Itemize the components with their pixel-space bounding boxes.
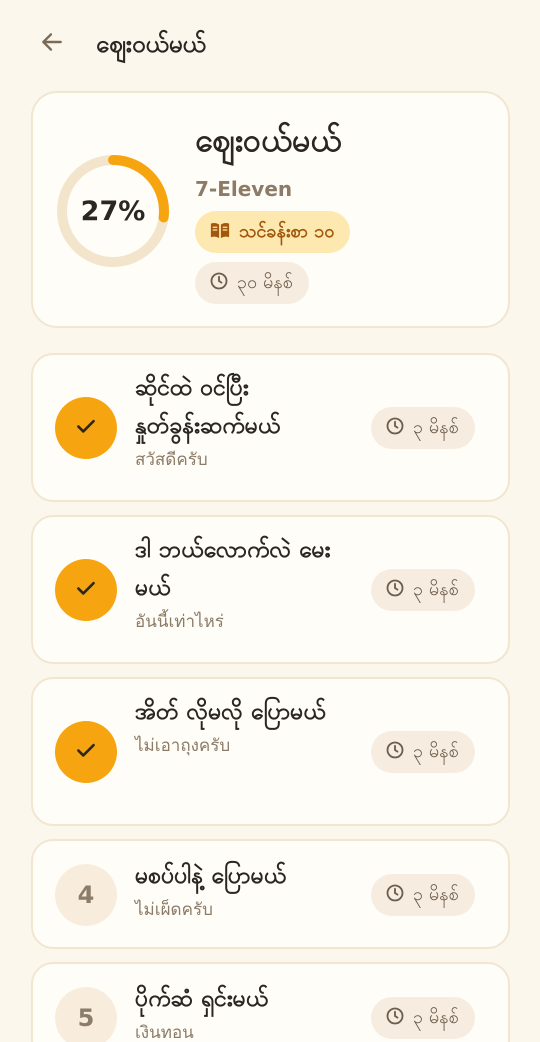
step-duration-label: ၃ မိနစ် xyxy=(413,416,459,438)
step-card-5[interactable]: 5 ပိုက်ဆံ ရှင်းမယ် เงินทอน ၃ မိနစ် xyxy=(31,962,510,1042)
step-number-badge: 5 xyxy=(55,987,117,1042)
step-card-3[interactable]: အိတ် လိုမလို ပြောမယ် ไม่เอาถุงครับ ၃ မိန… xyxy=(31,677,510,826)
step-duration-label: ၃ မိနစ် xyxy=(413,740,459,762)
clock-icon xyxy=(385,578,405,603)
step-complete-badge xyxy=(55,721,117,783)
step-title: ဒါ ဘယ်လောက်လဲ မေးမယ် xyxy=(135,537,331,601)
clock-icon xyxy=(209,271,229,296)
step-card-4[interactable]: 4 မစပ်ပါနဲ့ ပြောမယ် ไม่เผ็ดครับ ၃ မိနစ် xyxy=(31,839,510,949)
lesson-duration-label: ၃၀ မိနစ် xyxy=(237,271,293,293)
step-complete-badge xyxy=(55,397,117,459)
lesson-title: ဈေးဝယ်မယ် xyxy=(195,121,342,159)
step-number-badge: 4 xyxy=(55,864,117,926)
step-duration-chip: ၃ မိနစ် xyxy=(371,407,475,449)
page-title: ဈေးဝယ်မယ် xyxy=(96,30,206,58)
step-title: ပိုက်ဆံ ရှင်းမယ် xyxy=(135,986,269,1012)
step-complete-badge xyxy=(55,559,117,621)
lesson-duration-chip: ၃၀ မိနစ် xyxy=(195,262,309,304)
step-title: ဆိုင်ထဲ ဝင်ပြီး နှုတ်ခွန်းဆက်မယ် xyxy=(135,375,281,439)
lesson-number-label: သင်ခန်းစာ ၁၀ xyxy=(239,220,335,242)
check-icon xyxy=(73,737,99,767)
lesson-location: 7-Eleven xyxy=(195,177,293,201)
arrow-left-icon xyxy=(39,29,65,59)
back-button[interactable] xyxy=(36,28,68,60)
check-icon xyxy=(73,413,99,443)
check-icon xyxy=(73,575,99,605)
step-title: အိတ် လိုမလို ပြောမယ် xyxy=(135,699,326,725)
step-phrase: อันนี้เท่าไหร่ xyxy=(135,612,224,632)
step-title: မစပ်ပါနဲ့ ပြောမယ် xyxy=(135,863,287,889)
step-phrase: สวัสดีครับ xyxy=(135,450,208,470)
step-duration-label: ၃ မိနစ် xyxy=(413,1006,459,1028)
step-duration-chip: ၃ မိနစ် xyxy=(371,731,475,773)
step-phrase: เงินทอน xyxy=(135,1023,194,1042)
clock-icon xyxy=(385,416,405,441)
top-app-bar: ဈေးဝယ်မယ် xyxy=(0,0,540,90)
step-duration-chip: ၃ မိနစ် xyxy=(371,997,475,1039)
lesson-summary-card: 27% ဈေးဝယ်မယ် 7-Eleven သင်ခန်းစာ ၁၀ ၃၀ မ… xyxy=(31,91,510,328)
step-text: ဒါ ဘယ်လောက်လဲ မေးမယ် อันนี้เท่าไหร่ xyxy=(135,531,355,635)
step-duration-label: ၃ မိနစ် xyxy=(413,578,459,600)
progress-percent: 27% xyxy=(80,195,146,227)
clock-icon xyxy=(385,740,405,765)
progress-ring: 27% xyxy=(55,153,171,269)
step-duration-chip: ၃ မိနစ် xyxy=(371,874,475,916)
step-text: အိတ် လိုမလို ပြောမယ် ไม่เอาถุงครับ xyxy=(135,693,355,759)
step-text: ဆိုင်ထဲ ဝင်ပြီး နှုတ်ခွန်းဆက်မယ် สวัสดีค… xyxy=(135,369,355,473)
lesson-number-chip: သင်ခန်းစာ ၁၀ xyxy=(195,211,351,253)
step-text: ပိုက်ဆံ ရှင်းမယ် เงินทอน xyxy=(135,980,355,1042)
book-icon xyxy=(209,220,231,245)
step-card-1[interactable]: ဆိုင်ထဲ ဝင်ပြီး နှုတ်ခွန်းဆက်မယ် สวัสดีค… xyxy=(31,353,510,502)
clock-icon xyxy=(385,1006,405,1031)
step-phrase: ไม่เอาถุงครับ xyxy=(135,736,231,756)
step-phrase: ไม่เผ็ดครับ xyxy=(135,900,213,920)
step-duration-label: ၃ မိနစ် xyxy=(413,883,459,905)
clock-icon xyxy=(385,883,405,908)
step-card-2[interactable]: ဒါ ဘယ်လောက်လဲ မေးမယ် อันนี้เท่าไหร่ ၃ မိ… xyxy=(31,515,510,664)
step-text: မစပ်ပါနဲ့ ပြောမယ် ไม่เผ็ดครับ xyxy=(135,857,355,923)
step-duration-chip: ၃ မိနစ် xyxy=(371,569,475,611)
